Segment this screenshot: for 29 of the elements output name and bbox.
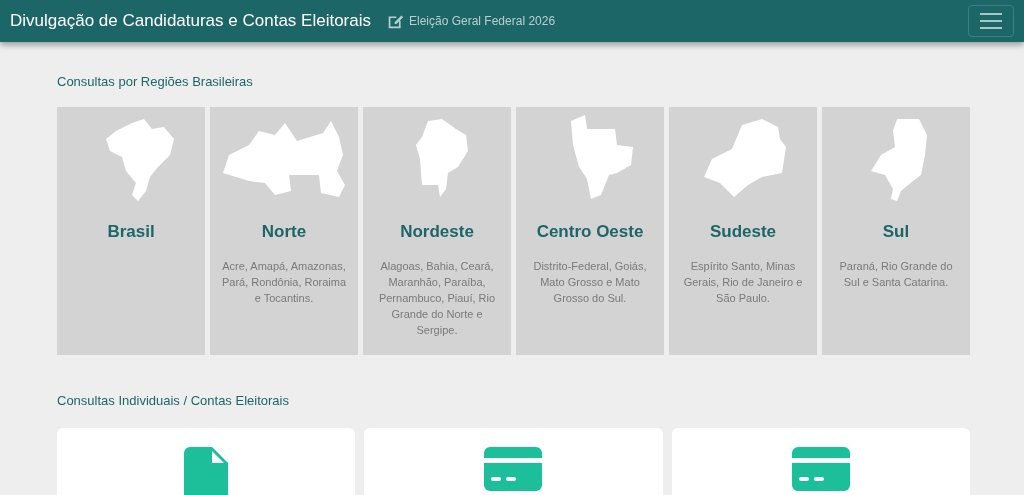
election-subtitle: Eleição Geral Federal 2026: [409, 13, 556, 30]
region-name: Sudeste: [709, 220, 777, 243]
menu-button[interactable]: [968, 5, 1014, 37]
states-list: Acre, Amapá, Amazonas, Pará, Rondônia, Roraima e Tocantins.: [218, 258, 350, 306]
region-card[interactable]: Brasil: [57, 106, 205, 355]
region-card[interactable]: Nordeste Alagoas, Bahia, Ceará, Maranhão, Paraíba, Pernambuco, Piauí, Rio Grande do Norte e Sergipe.: [363, 106, 511, 355]
section-heading: Consultas por Regiões Brasileiras: [57, 73, 254, 91]
states-list: Paraná, Rio Grande do Sul e Santa Catarina.: [830, 258, 962, 290]
credit-card-icon: [791, 447, 850, 491]
states-list: Alagoas, Bahia, Ceará, Maranhão, Paraíba, Pernambuco, Piauí, Rio Grande do Norte e Sergipe.: [371, 258, 503, 338]
consult-card[interactable]: [364, 428, 663, 495]
region-name: Nordeste: [400, 220, 474, 243]
region-name: Centro Oeste: [536, 220, 644, 243]
region-name: Sul: [882, 220, 910, 243]
region-name: Norte: [261, 220, 307, 243]
consult-card[interactable]: [57, 428, 356, 495]
region-name: Brasil: [107, 220, 155, 243]
consult-card[interactable]: [671, 428, 970, 495]
states-list: Espírito Santo, Minas Gerais, Rio de Janeiro e São Paulo.: [677, 258, 809, 306]
region-card[interactable]: Sudeste Espírito Santo, Minas Gerais, Rio de Janeiro e São Paulo.: [669, 106, 817, 355]
region-card[interactable]: Sul Paraná, Rio Grande do Sul e Santa Catarina.: [822, 106, 970, 355]
document-icon: [184, 447, 229, 495]
menu-icon: [980, 13, 1002, 29]
region-card[interactable]: Centro Oeste Distrito-Federal, Goiás, Mato Grosso e Mato Grosso do Sul.: [516, 106, 664, 355]
credit-card-icon: [484, 447, 543, 491]
section-heading: Consultas Individuais / Contas Eleitorais: [57, 391, 290, 410]
app-title: Divulgação de Candidaturas e Contas Eleitorais: [10, 10, 371, 33]
region-card[interactable]: Norte Acre, Amapá, Amazonas, Pará, Rondônia, Roraima e Tocantins.: [210, 106, 358, 355]
states-list: Distrito-Federal, Goiás, Mato Grosso e Mato Grosso do Sul.: [524, 258, 656, 306]
